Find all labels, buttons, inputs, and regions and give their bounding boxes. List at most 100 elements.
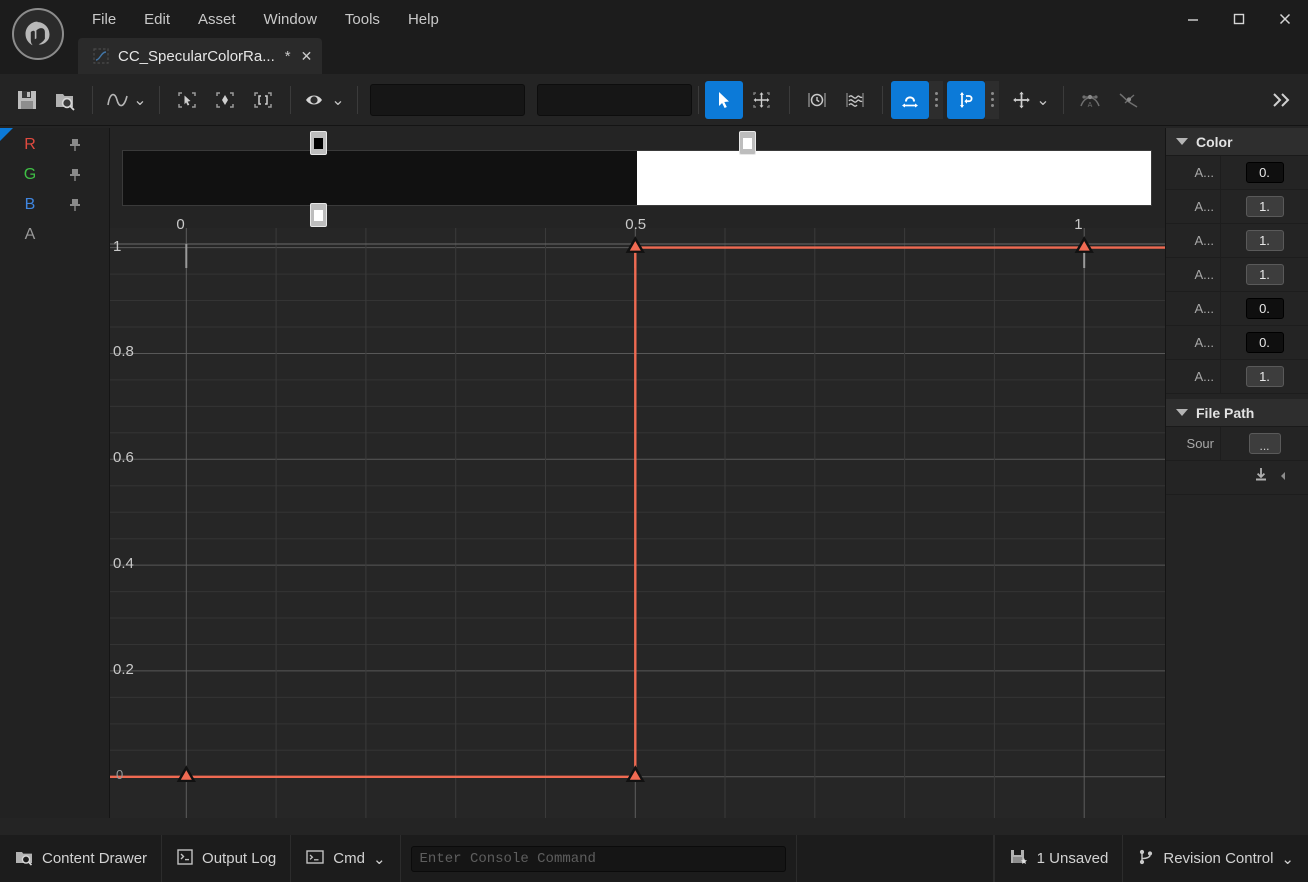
- browse-to-asset-button[interactable]: [46, 81, 84, 119]
- property-value-cell[interactable]: 0.: [1220, 326, 1308, 359]
- revision-control-button[interactable]: Revision Control ⌄: [1122, 835, 1308, 882]
- snap-value-button[interactable]: [947, 80, 985, 119]
- number-input[interactable]: 0.: [1245, 332, 1284, 353]
- gradient-bar[interactable]: [122, 150, 1152, 206]
- property-value-cell[interactable]: 0.: [1220, 292, 1308, 325]
- unsaved-assets-button[interactable]: 1 Unsaved: [993, 835, 1123, 882]
- property-row[interactable]: A... 0.: [1166, 292, 1308, 326]
- snap-value-options-grip[interactable]: [985, 80, 999, 119]
- revision-control-label: Revision Control: [1163, 850, 1274, 867]
- number-input[interactable]: 1.: [1245, 230, 1284, 251]
- unreal-engine-logo[interactable]: [12, 8, 64, 60]
- maximize-button[interactable]: [1216, 0, 1262, 38]
- key-marker-button[interactable]: [206, 81, 244, 119]
- status-bar: Content Drawer Output Log Cmd ⌄ Enter Co…: [0, 835, 1308, 882]
- number-input[interactable]: 0.: [1245, 298, 1284, 319]
- pin-icon[interactable]: [60, 137, 90, 153]
- minimize-button[interactable]: [1170, 0, 1216, 38]
- console-command-input[interactable]: Enter Console Command: [410, 845, 786, 872]
- cmd-button[interactable]: Cmd ⌄: [291, 835, 401, 882]
- section-header-file-path[interactable]: File Path: [1166, 399, 1308, 427]
- property-value-cell[interactable]: 1.: [1220, 360, 1308, 393]
- property-row[interactable]: A... 1.: [1166, 360, 1308, 394]
- property-row[interactable]: A... 1.: [1166, 258, 1308, 292]
- menu-item-help[interactable]: Help: [394, 6, 453, 33]
- menu-item-window[interactable]: Window: [250, 6, 331, 33]
- value-input-field[interactable]: [537, 83, 692, 116]
- chevron-down-icon[interactable]: ⌄: [373, 850, 386, 868]
- gradient-color-stop[interactable]: [739, 131, 756, 155]
- tangent-auto-button[interactable]: A: [1072, 81, 1110, 119]
- property-value-cell[interactable]: ...: [1220, 427, 1308, 460]
- arrow-icon[interactable]: [1278, 469, 1288, 487]
- transform-tool-button[interactable]: [743, 81, 781, 119]
- menu-item-tools[interactable]: Tools: [331, 6, 394, 33]
- svg-text:A: A: [1088, 102, 1093, 109]
- property-value-cell[interactable]: 0.: [1220, 156, 1308, 189]
- select-tool-button[interactable]: [705, 80, 743, 119]
- property-label: Sour: [1186, 436, 1214, 451]
- curve-snap-button[interactable]: [836, 81, 874, 119]
- property-row[interactable]: A... 0.: [1166, 156, 1308, 190]
- gradient-segment-light: [637, 151, 1151, 205]
- property-label: A...: [1194, 165, 1214, 180]
- document-tab-label: CC_SpecularColorRa...: [118, 47, 275, 65]
- close-button[interactable]: [1262, 0, 1308, 38]
- chevron-down-icon[interactable]: ⌄: [1281, 850, 1294, 868]
- tangent-break-button[interactable]: [1110, 81, 1148, 119]
- property-value-cell[interactable]: 1.: [1220, 190, 1308, 223]
- snap-time-options-grip[interactable]: [929, 80, 943, 119]
- property-value-cell[interactable]: 1.: [1220, 224, 1308, 257]
- x-axis-tick-label: 1: [1074, 216, 1083, 233]
- channel-row-r[interactable]: R: [0, 130, 110, 160]
- brackets-button[interactable]: [244, 81, 282, 119]
- channel-row-b[interactable]: B: [0, 190, 110, 220]
- pin-icon[interactable]: [60, 197, 90, 213]
- content-drawer-button[interactable]: Content Drawer: [0, 835, 163, 882]
- property-row[interactable]: A... 1.: [1166, 190, 1308, 224]
- curve-type-button[interactable]: ⌄: [101, 81, 151, 119]
- visibility-button[interactable]: ⌄: [299, 81, 349, 119]
- number-input[interactable]: 1.: [1245, 366, 1284, 387]
- output-log-label: Output Log: [202, 850, 277, 867]
- section-header-color[interactable]: Color: [1166, 128, 1308, 156]
- channel-label-b: B: [24, 196, 36, 213]
- collapse-triangle-icon[interactable]: [1176, 409, 1188, 416]
- number-input[interactable]: 1.: [1245, 264, 1284, 285]
- unsaved-indicator: *: [284, 47, 291, 65]
- browse-file-button[interactable]: ...: [1248, 433, 1281, 454]
- menu-item-file[interactable]: File: [78, 6, 130, 33]
- gradient-alpha-stop[interactable]: [310, 203, 327, 227]
- curve-graph-canvas[interactable]: [110, 228, 1165, 818]
- number-input[interactable]: 0.: [1245, 162, 1284, 183]
- status-bar-spacer: [797, 835, 994, 882]
- details-panel: Color A... 0. A... 1. A... 1. A... 1. A.…: [1165, 128, 1308, 818]
- property-row[interactable]: A... 0.: [1166, 326, 1308, 360]
- document-tab[interactable]: CC_SpecularColorRa... * ✕: [78, 38, 323, 74]
- menu-item-edit[interactable]: Edit: [130, 6, 184, 33]
- toolbar-separator-3: [290, 85, 291, 114]
- property-value-cell[interactable]: 1.: [1220, 258, 1308, 291]
- curve-graph[interactable]: [110, 228, 1165, 818]
- collapse-triangle-icon[interactable]: [1176, 138, 1188, 145]
- gradient-color-stop[interactable]: [310, 131, 327, 155]
- curve-asset-icon: [92, 47, 110, 65]
- number-input[interactable]: 1.: [1245, 196, 1284, 217]
- time-input-field[interactable]: [370, 83, 525, 116]
- time-snap-button[interactable]: [798, 81, 836, 119]
- transform-menu-button[interactable]: ⌄: [1005, 81, 1055, 119]
- pin-icon[interactable]: [60, 167, 90, 183]
- reimport-icon[interactable]: [1252, 466, 1270, 489]
- property-row[interactable]: A... 1.: [1166, 224, 1308, 258]
- tab-close-icon[interactable]: ✕: [301, 48, 313, 65]
- channel-row-a[interactable]: A: [0, 220, 110, 250]
- toolbar-overflow-button[interactable]: [1262, 81, 1300, 119]
- frame-selection-button[interactable]: [168, 81, 206, 119]
- menu-item-asset[interactable]: Asset: [184, 6, 250, 33]
- property-row-source-file[interactable]: Sour ...: [1166, 427, 1308, 461]
- output-log-button[interactable]: Output Log: [162, 835, 292, 882]
- reimport-row[interactable]: [1166, 461, 1308, 495]
- snap-time-button[interactable]: [891, 80, 929, 119]
- save-button[interactable]: [8, 81, 46, 119]
- channel-row-g[interactable]: G: [0, 160, 110, 190]
